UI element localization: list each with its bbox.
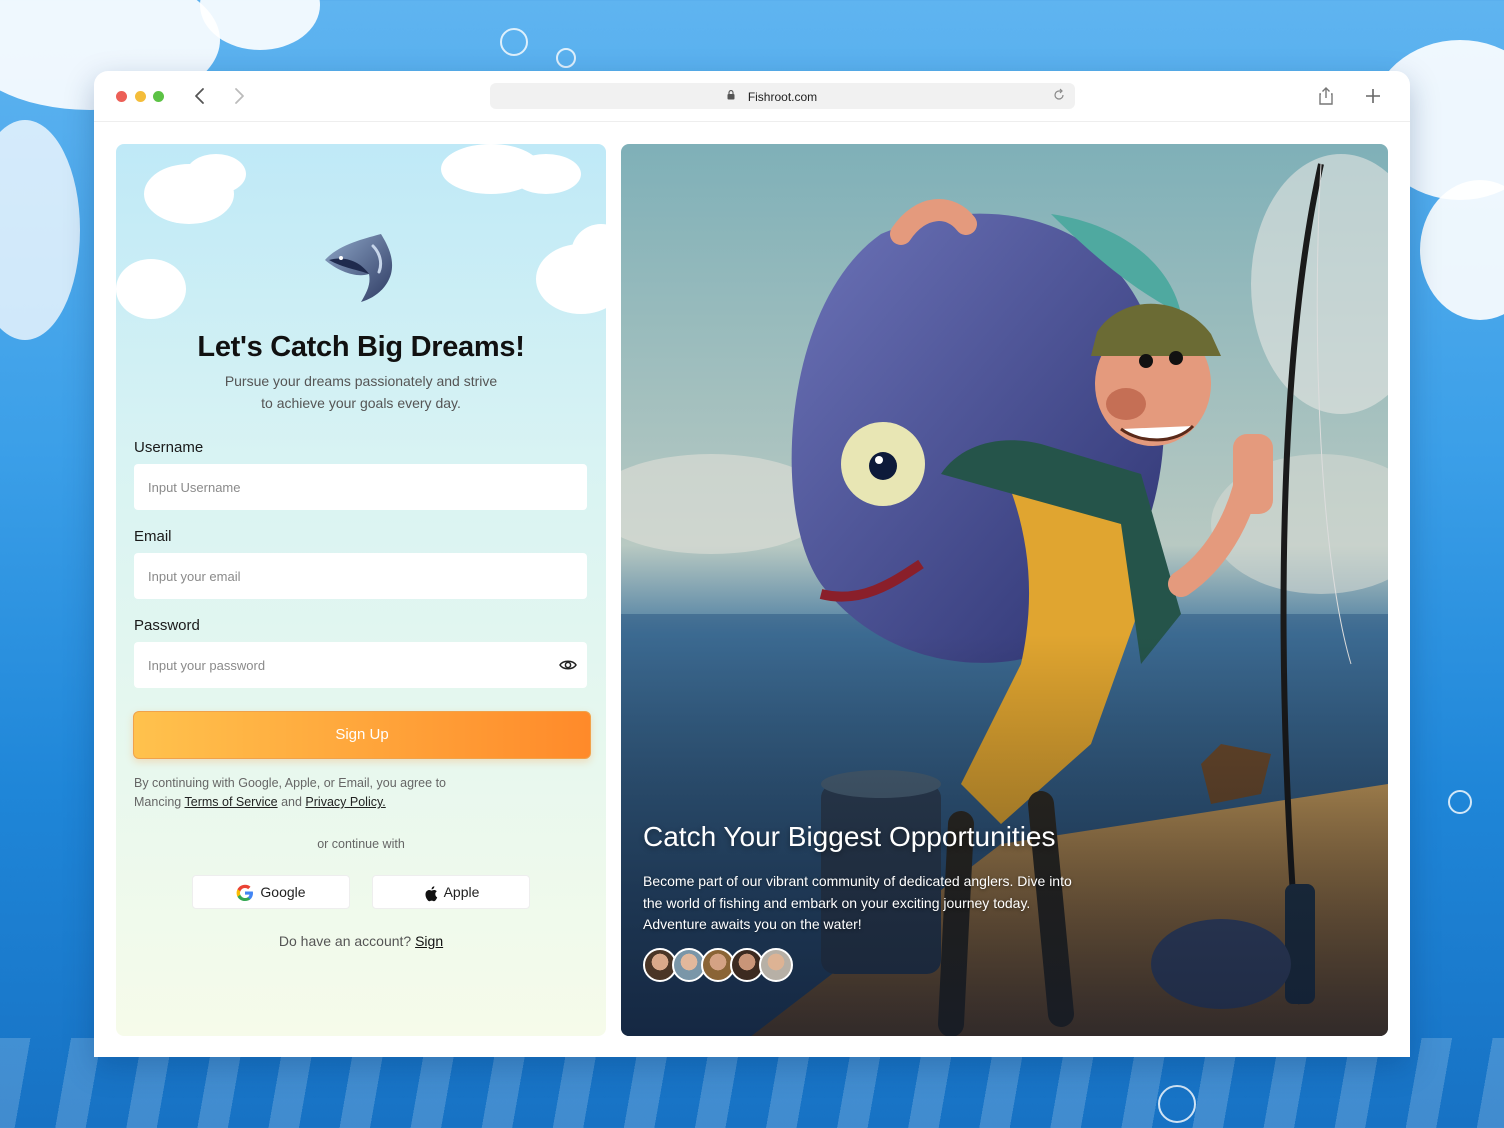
signup-panel: Let's Catch Big Dreams! Pursue your drea…	[116, 144, 606, 1036]
sign-in-link[interactable]: Sign	[415, 933, 443, 949]
page-subtitle: Pursue your dreams passionately and stri…	[196, 370, 526, 414]
subtitle-line-2: to achieve your goals every day.	[261, 395, 461, 411]
hero-panel: Catch Your Biggest Opportunities Become …	[621, 144, 1388, 1036]
email-label: Email	[134, 528, 172, 545]
have-account-label: Do have an account?	[278, 933, 412, 949]
username-label: Username	[134, 439, 204, 456]
share-icon[interactable]	[1315, 85, 1337, 107]
google-button[interactable]: Google	[192, 875, 350, 909]
terms-and: and	[281, 795, 302, 809]
apple-label: Apple	[443, 884, 480, 900]
terms-of-service-link[interactable]: Terms of Service	[185, 795, 278, 809]
signup-button[interactable]: Sign Up	[133, 711, 591, 759]
fish-logo-icon	[325, 234, 393, 302]
address-bar[interactable]: Fishroot.com	[490, 83, 1075, 109]
email-input[interactable]	[134, 553, 587, 599]
have-account-text: Do have an account? Sign	[116, 933, 606, 949]
reload-icon[interactable]	[1053, 88, 1065, 105]
hero-title: Catch Your Biggest Opportunities	[643, 821, 1056, 852]
apple-icon	[425, 885, 437, 902]
close-window-button[interactable]	[116, 91, 127, 102]
or-continue-label: or continue with	[317, 837, 405, 851]
password-label: Password	[134, 617, 200, 634]
chevron-right-icon[interactable]	[229, 85, 249, 107]
password-input[interactable]	[134, 642, 587, 688]
browser-window: Fishroot.com Let's Catch Big Dreams! Pur…	[94, 71, 1410, 1057]
plus-icon[interactable]	[1362, 85, 1384, 107]
google-icon	[237, 885, 254, 902]
browser-toolbar: Fishroot.com	[94, 71, 1410, 122]
username-input[interactable]	[134, 464, 587, 510]
eye-icon[interactable]	[559, 658, 577, 672]
subtitle-line-1: Pursue your dreams passionately and stri…	[224, 373, 498, 389]
hero-text: Become part of our vibrant community of …	[643, 873, 1072, 932]
apple-button[interactable]: Apple	[372, 875, 530, 909]
page-title: Let's Catch Big Dreams!	[197, 331, 525, 363]
privacy-policy-link[interactable]: Privacy Policy.	[305, 795, 385, 809]
chevron-left-icon[interactable]	[190, 85, 210, 107]
google-label: Google	[260, 884, 306, 900]
terms-text: By continuing with Google, Apple, or Ema…	[134, 774, 474, 812]
avatar	[759, 948, 793, 982]
maximize-window-button[interactable]	[153, 91, 164, 102]
minimize-window-button[interactable]	[135, 91, 146, 102]
url-text: Fishroot.com	[747, 90, 818, 104]
